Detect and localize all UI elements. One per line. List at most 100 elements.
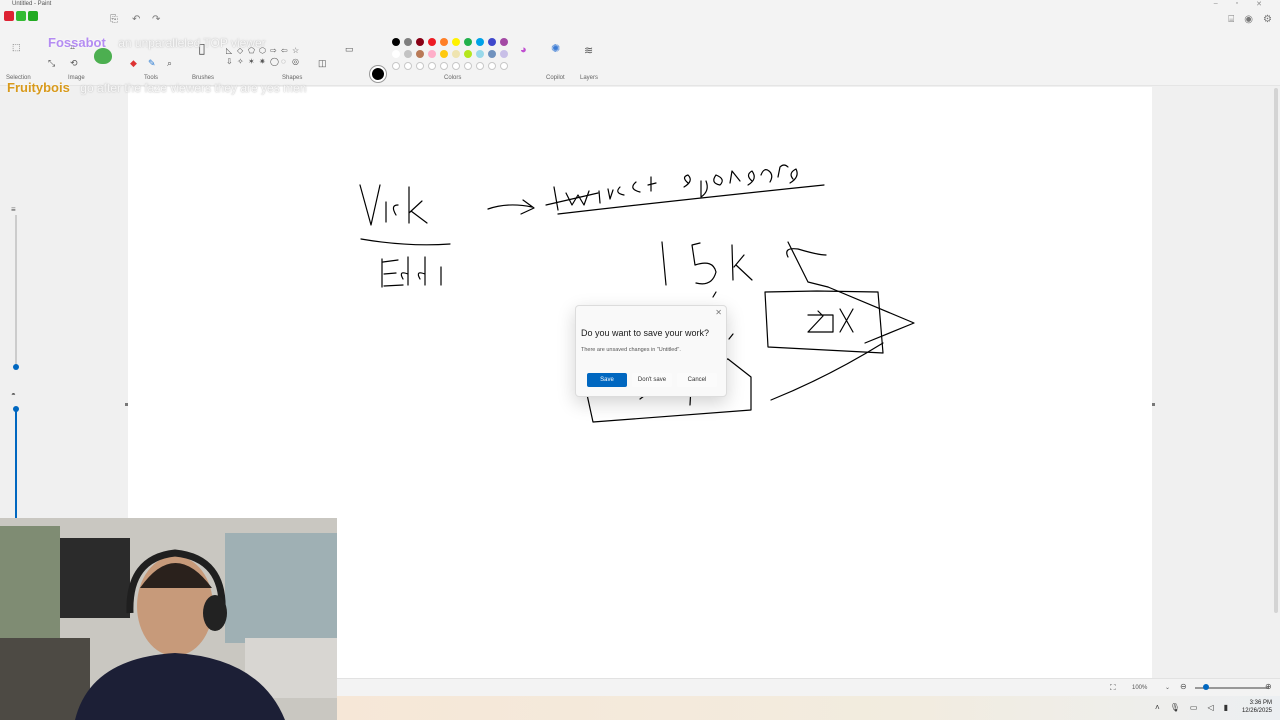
shape-star6-icon[interactable]: ✶	[248, 57, 259, 68]
color-swatch[interactable]	[416, 38, 424, 46]
chat-message: Fossabot an unparalleled TOP viewer	[48, 34, 266, 52]
eraser-icon[interactable]: ◆	[130, 58, 137, 69]
dont-save-button[interactable]: Don't save	[632, 373, 672, 387]
zoom-in-icon[interactable]: ⊕	[1265, 682, 1272, 691]
brush-size-knob[interactable]	[13, 364, 19, 370]
chevron-down-icon[interactable]: ⌄	[1165, 684, 1170, 691]
settings-icon[interactable]: ⚙	[1263, 14, 1272, 25]
copilot-icon[interactable]: ✺	[551, 42, 560, 55]
group-label-copilot: Copilot	[546, 75, 565, 81]
color-swatch[interactable]	[452, 50, 460, 58]
color-swatch[interactable]	[404, 62, 412, 70]
account-icon[interactable]: ◉	[1244, 14, 1253, 25]
minimize-icon[interactable]: –	[1214, 0, 1218, 8]
color-swatch[interactable]	[464, 50, 472, 58]
color-swatch[interactable]	[500, 50, 508, 58]
opacity-knob[interactable]	[13, 406, 19, 412]
maximize-icon[interactable]: ▫	[1236, 0, 1238, 8]
color-swatch[interactable]	[440, 38, 448, 46]
screen: Untitled - Paint – ▫ ✕ ⎘ ↶ ↷ ⌸ ◉ ⚙ ⬚ ⌗ ⤡…	[0, 0, 1280, 720]
shape-star-icon[interactable]: ☆	[292, 46, 303, 57]
layers-icon[interactable]: ≋	[584, 44, 593, 57]
volume-icon[interactable]: ◁	[1207, 703, 1213, 712]
close-icon[interactable]: ✕	[1256, 0, 1262, 8]
quick-access-bar: ⎘ ↶ ↷ ⌸ ◉ ⚙	[0, 12, 1280, 30]
shape-arrow-right-icon[interactable]: ⇨	[270, 46, 281, 57]
color-swatch[interactable]	[428, 62, 436, 70]
group-label-colors: Colors	[444, 75, 462, 81]
color-swatch[interactable]	[416, 50, 424, 58]
shape-callout3-icon[interactable]: ◎	[292, 57, 303, 68]
color-swatch[interactable]	[476, 50, 484, 58]
color-swatch[interactable]	[392, 38, 400, 46]
brush-size-icon: ≡	[11, 205, 16, 214]
monitor-icon[interactable]: ▭	[1190, 703, 1198, 712]
color-swatch[interactable]	[476, 62, 484, 70]
chat-message: Fruitybois go after the faze viewers the…	[7, 79, 352, 97]
color-swatch[interactable]	[452, 38, 460, 46]
microphone-icon[interactable]: 🎙	[1170, 703, 1180, 712]
shape-star4-icon[interactable]: ✧	[237, 57, 248, 68]
clock-time: 3:36 PM	[1249, 700, 1272, 706]
cancel-button[interactable]: Cancel	[677, 373, 717, 387]
group-label-layers: Layers	[580, 75, 599, 81]
window-title: Untitled - Paint	[12, 1, 52, 7]
color-swatch[interactable]	[488, 38, 496, 46]
opacity-icon: ◓	[11, 390, 16, 399]
color-swatch[interactable]	[392, 62, 400, 70]
color-swatch[interactable]	[440, 50, 448, 58]
color-swatch[interactable]	[452, 62, 460, 70]
color-picker-icon[interactable]: ✎	[148, 58, 156, 69]
vertical-scrollbar[interactable]	[1274, 88, 1278, 613]
shape-star8-icon[interactable]: ✷	[259, 57, 270, 68]
color-swatch[interactable]	[404, 38, 412, 46]
color-swatch[interactable]	[440, 62, 448, 70]
battery-icon[interactable]: ▮	[1224, 703, 1228, 712]
color-swatch[interactable]	[464, 38, 472, 46]
fit-to-window-icon[interactable]: ⛶	[1110, 683, 1116, 693]
color-swatch[interactable]	[428, 38, 436, 46]
shape-outline-icon[interactable]: ▭	[345, 44, 354, 55]
opacity-slider[interactable]	[15, 410, 17, 520]
edit-colors-icon[interactable]: ◕	[520, 44, 527, 56]
zoom-slider-knob[interactable]	[1203, 684, 1209, 690]
zoom-level[interactable]: 100%	[1132, 685, 1147, 691]
color-swatch[interactable]	[500, 38, 508, 46]
save-icon[interactable]: ⎘	[110, 14, 118, 25]
brush-size-slider[interactable]	[15, 215, 17, 365]
save-changes-dialog: ✕ Do you want to save your work? There a…	[575, 305, 727, 397]
primary-color-swatch[interactable]	[372, 68, 384, 80]
selection-icon[interactable]: ⬚	[12, 42, 21, 53]
system-tray: ˄ 🎙 ▭ ◁ ▮	[1155, 703, 1228, 712]
shape-arrow-down-icon[interactable]: ⇩	[226, 57, 237, 68]
resize-icon[interactable]: ⤡	[48, 58, 55, 69]
chevron-up-icon[interactable]: ˄	[1155, 703, 1160, 712]
color-swatch[interactable]	[404, 50, 412, 58]
taskbar-clock[interactable]: 3:36 PM 12/26/2025	[1242, 699, 1272, 715]
color-swatch[interactable]	[464, 62, 472, 70]
shape-callout-icon[interactable]: ◯	[270, 57, 281, 68]
zoom-out-icon[interactable]: ⊖	[1180, 682, 1187, 691]
color-swatch[interactable]	[488, 62, 496, 70]
color-swatch[interactable]	[428, 50, 436, 58]
shape-fill-icon[interactable]: ◫	[318, 58, 327, 69]
save-button[interactable]: Save	[587, 373, 627, 387]
color-swatch[interactable]	[392, 50, 400, 58]
rotate-icon[interactable]: ⟲	[70, 58, 78, 69]
color-swatch[interactable]	[476, 38, 484, 46]
color-swatch[interactable]	[500, 62, 508, 70]
magnifier-icon[interactable]: ⌕	[167, 58, 172, 69]
shape-callout2-icon[interactable]: ◌	[281, 57, 292, 68]
share-icon[interactable]: ⌸	[1228, 14, 1234, 25]
color-swatch[interactable]	[488, 50, 496, 58]
dialog-message: There are unsaved changes in "Untitled".	[581, 347, 681, 353]
header-right-icons: ⌸ ◉ ⚙	[1228, 14, 1272, 25]
redo-icon[interactable]: ↷	[152, 14, 160, 25]
chat-text: go after the faze viewers they are yes m…	[80, 81, 307, 95]
close-icon[interactable]: ✕	[715, 308, 722, 317]
canvas-resize-handle[interactable]	[125, 403, 128, 406]
shape-arrow-left-icon[interactable]: ⇦	[281, 46, 292, 57]
color-swatch[interactable]	[416, 62, 424, 70]
undo-icon[interactable]: ↶	[132, 14, 140, 25]
canvas-resize-handle[interactable]	[1152, 403, 1155, 406]
